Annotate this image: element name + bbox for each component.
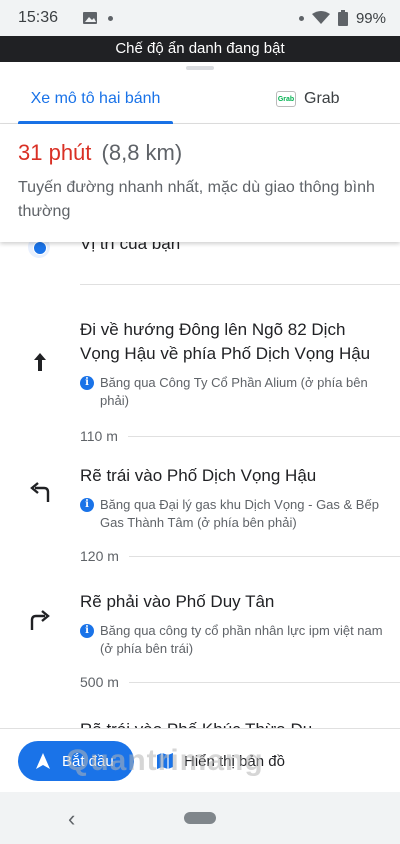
info-icon: i bbox=[80, 376, 94, 390]
step-note: i Băng qua Công Ty Cổ Phần Alium (ở phía… bbox=[80, 374, 385, 410]
sheet-drag-handle[interactable] bbox=[186, 66, 214, 70]
tab-grab[interactable]: Grab Grab bbox=[276, 74, 340, 124]
step-distance-text: 110 m bbox=[80, 428, 118, 444]
show-map-label: Hiển thị bản đồ bbox=[184, 752, 285, 770]
step-note-text: Băng qua Đại lý gas khu Dịch Vọng - Gas … bbox=[100, 497, 379, 530]
battery-icon bbox=[337, 10, 348, 26]
incognito-banner: Chế độ ẩn danh đang bật bbox=[0, 36, 400, 62]
tab-label: Grab bbox=[304, 90, 340, 107]
step-distance-text: 120 m bbox=[80, 548, 119, 564]
battery-level: 99% bbox=[355, 9, 386, 27]
notification-dot-icon bbox=[108, 15, 114, 21]
status-bar: 15:36 99% bbox=[0, 0, 400, 36]
step-note: i Băng qua công ty cổ phần nhân lực ipm … bbox=[80, 622, 385, 658]
turn-right-icon bbox=[30, 610, 50, 630]
wifi-icon bbox=[311, 11, 330, 24]
route-time-line: 31 phút (8,8 km) bbox=[18, 140, 382, 166]
divider bbox=[128, 555, 400, 557]
image-notification-icon bbox=[83, 12, 98, 24]
step-distance-text: 500 m bbox=[80, 674, 119, 690]
step-note: i Băng qua Đại lý gas khu Dịch Vọng - Ga… bbox=[80, 496, 385, 532]
step-distance: 110 m bbox=[80, 428, 400, 444]
step-distance: 120 m bbox=[80, 548, 400, 564]
route-duration: 31 phút bbox=[18, 140, 92, 165]
tab-label: Xe mô tô hai bánh bbox=[30, 90, 161, 107]
route-description: Tuyến đường nhanh nhất, mặc dù giao thôn… bbox=[18, 179, 375, 220]
divider bbox=[80, 284, 400, 285]
step-title: Rẽ phải vào Phố Duy Tân bbox=[80, 592, 275, 611]
step-note-text: Băng qua Công Ty Cổ Phần Alium (ở phía b… bbox=[100, 375, 368, 408]
home-pill-icon[interactable] bbox=[184, 812, 216, 824]
route-summary: 31 phút (8,8 km) Tuyến đường nhanh nhất,… bbox=[0, 124, 400, 242]
navigation-arrow-icon bbox=[36, 753, 50, 769]
turn-left-icon bbox=[30, 482, 50, 502]
info-icon: i bbox=[80, 498, 94, 512]
step-note-text: Băng qua công ty cổ phần nhân lực ipm vi… bbox=[100, 623, 383, 656]
notification-dot-icon bbox=[298, 15, 304, 21]
travel-mode-tabs: Xe mô tô hai bánh Grab Grab bbox=[0, 74, 400, 124]
info-icon: i bbox=[80, 624, 94, 638]
step-title: Đi về hướng Đông lên Ngõ 82 Dịch Vọng Hậ… bbox=[80, 320, 371, 363]
show-map-button[interactable]: Hiển thị bản đồ bbox=[156, 741, 285, 781]
map-icon bbox=[157, 753, 173, 769]
start-button-label: Bắt đầu bbox=[62, 752, 114, 770]
directions-sheet: Xe mô tô hai bánh Grab Grab 31 phút (8,8… bbox=[0, 62, 400, 728]
route-distance: (8,8 km) bbox=[101, 140, 183, 165]
action-bar: Bắt đầu Hiển thị bản đồ Quantrimang bbox=[0, 728, 400, 792]
divider bbox=[127, 435, 400, 437]
system-nav-bar: ‹ bbox=[0, 792, 400, 844]
step-title: Rẽ trái vào Phố Dịch Vọng Hậu bbox=[80, 466, 317, 485]
back-icon[interactable]: ‹ bbox=[68, 806, 75, 832]
status-time: 15:36 bbox=[18, 9, 59, 26]
tab-motorbike[interactable]: Xe mô tô hai bánh bbox=[18, 74, 173, 124]
step-title: Rẽ trái vào Phố Khúc Thừa Dụ bbox=[80, 718, 385, 728]
step-distance: 500 m bbox=[80, 674, 400, 690]
start-navigation-button[interactable]: Bắt đầu bbox=[18, 741, 134, 781]
grab-logo: Grab bbox=[276, 91, 296, 107]
divider bbox=[128, 681, 400, 683]
arrow-up-icon bbox=[34, 353, 46, 371]
